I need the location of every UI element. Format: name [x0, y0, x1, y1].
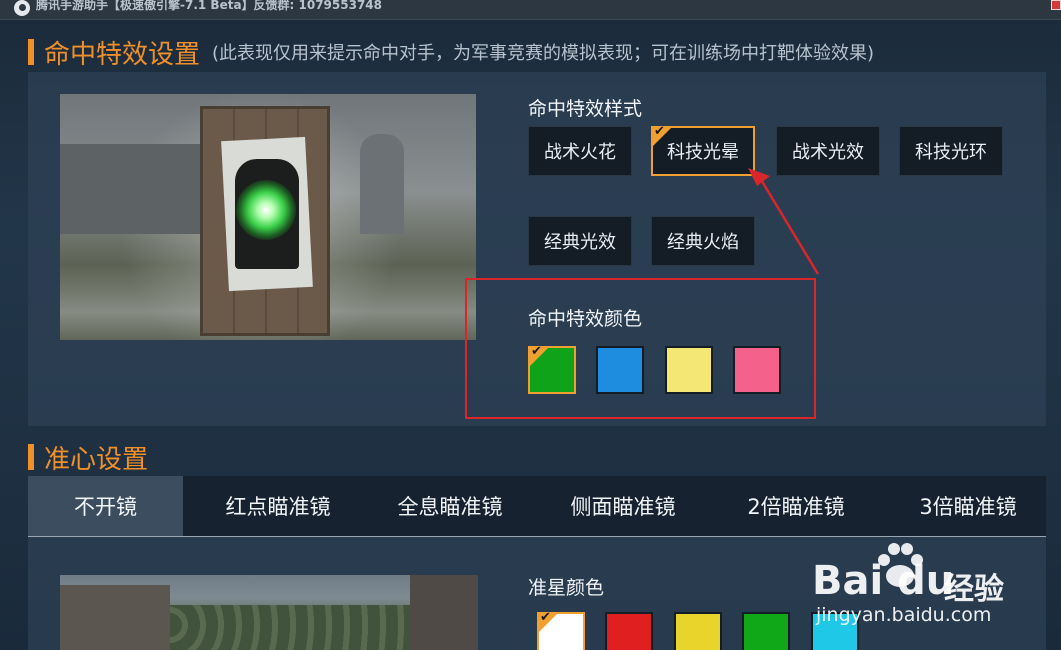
tab-label: 2倍瞄准镜	[747, 495, 845, 519]
tab-label: 不开镜	[74, 495, 137, 519]
hit-effect-section-title: 命中特效设置	[44, 39, 201, 70]
crosshair-section-header: 准心设置	[28, 441, 149, 475]
section-accent-bar	[28, 39, 34, 65]
hit-effect-section-note: (此表现仅用来提示命中对手，为军事竞赛的模拟表现；可在训练场中打靶体验效果)	[212, 43, 875, 64]
window-title: 腾讯手游助手【极速傲引擎-7.1 Beta】反馈群: 1079553748	[36, 0, 383, 12]
crosshair-color-swatch-green[interactable]	[742, 612, 790, 650]
tab-label: 红点瞄准镜	[225, 495, 331, 519]
hit-style-option-label: 战术光效	[792, 142, 864, 163]
tab-holographic[interactable]: 全息瞄准镜	[365, 476, 535, 536]
crosshair-color-swatch-white[interactable]: ✔	[537, 610, 585, 650]
crosshair-preview-image	[60, 575, 478, 650]
hit-effect-section-header: 命中特效设置 (此表现仅用来提示命中对手，为军事竞赛的模拟表现；可在训练场中打靶…	[28, 36, 875, 70]
app-logo-icon	[14, 0, 30, 16]
gift-icon[interactable]	[1051, 0, 1061, 10]
watermark-url: jingyan.baidu.com	[816, 604, 992, 626]
tab-no-scope[interactable]: 不开镜	[28, 476, 183, 536]
crosshair-color-swatch-yellow[interactable]	[674, 612, 722, 650]
baidu-jingyan-watermark: Bai du 经验 jingyan.baidu.com	[812, 538, 1012, 628]
crosshair-color-label: 准星颜色	[528, 577, 605, 599]
hit-style-option-selected[interactable]: ✔ 科技光晕	[651, 124, 755, 176]
hit-style-label: 命中特效样式	[528, 98, 643, 120]
preview-factory	[60, 144, 210, 234]
hit-style-option-label: 战术火花	[544, 142, 616, 163]
watermark-jingyan: 经验	[944, 572, 1004, 607]
hit-style-option-label: 科技光环	[915, 142, 987, 163]
crosshair-color-swatch-red[interactable]	[605, 612, 653, 650]
checkmark-icon: ✔	[654, 124, 665, 139]
annotation-highlight-box	[465, 278, 816, 419]
scope-tab-bar: 不开镜 红点瞄准镜 全息瞄准镜 侧面瞄准镜 2倍瞄准镜 3倍瞄准镜	[28, 476, 1046, 537]
tab-3x-scope[interactable]: 3倍瞄准镜	[883, 476, 1053, 536]
tab-label: 侧面瞄准镜	[570, 495, 676, 519]
checkmark-icon: ✔	[540, 610, 551, 625]
preview-house	[410, 575, 478, 650]
crosshair-section-title: 准心设置	[44, 444, 149, 475]
tab-label: 全息瞄准镜	[397, 495, 503, 519]
tab-side-scope[interactable]: 侧面瞄准镜	[538, 476, 708, 536]
hit-style-option-label: 经典火焰	[667, 232, 739, 253]
tab-2x-scope[interactable]: 2倍瞄准镜	[711, 476, 881, 536]
preview-trees	[160, 605, 410, 650]
hit-style-option[interactable]: 经典光效	[528, 216, 632, 266]
hit-style-option-label: 科技光晕	[667, 142, 739, 163]
tab-label: 3倍瞄准镜	[919, 495, 1017, 519]
preview-hit-glow	[236, 180, 296, 240]
hit-style-option[interactable]: 战术火花	[528, 126, 632, 176]
hit-style-option[interactable]: 经典火焰	[651, 216, 755, 266]
preview-house	[60, 585, 170, 650]
window-titlebar: 腾讯手游助手【极速傲引擎-7.1 Beta】反馈群: 1079553748	[0, 0, 1061, 20]
watermark-brand: Bai du	[812, 558, 955, 604]
tab-red-dot[interactable]: 红点瞄准镜	[193, 476, 363, 536]
section-accent-bar	[28, 444, 34, 470]
preview-cooling-tower	[360, 134, 404, 234]
hit-style-option[interactable]: 战术光效	[776, 126, 880, 176]
hit-style-option[interactable]: 科技光环	[899, 126, 1003, 176]
hit-effect-preview-image	[60, 94, 476, 340]
hit-style-option-label: 经典光效	[544, 232, 616, 253]
